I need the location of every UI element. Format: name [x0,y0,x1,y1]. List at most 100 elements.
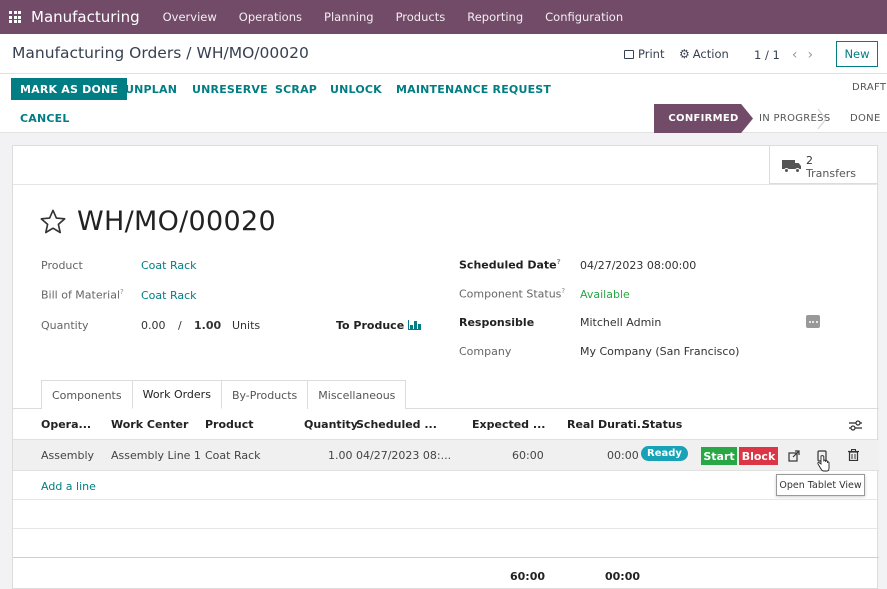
company-field[interactable]: My Company (San Francisco) [580,345,739,358]
column-scheduled[interactable]: Scheduled ... [356,418,437,431]
quantity-label: Quantity [41,319,89,332]
status-badge: Ready [641,446,688,461]
quantity-separator: / [178,319,182,332]
printer-icon [624,49,634,59]
unreserve-button[interactable]: UNRESERVE [192,78,268,100]
form-sheet: 2 Transfers WH/MO/00020 Product Coat Rac… [12,145,879,589]
responsible-field[interactable]: Mitchell Admin [580,316,661,329]
product-label: Product [41,259,83,272]
quantity-produced[interactable]: 0.00 [141,319,166,332]
tab-components[interactable]: Components [41,380,133,409]
help-icon[interactable]: ? [561,287,565,295]
cell-quantity: 1.00 [328,449,353,462]
row-divider [13,499,879,500]
pager-value[interactable]: 1 / 1 [754,48,780,62]
scheduled-date-field[interactable]: 04/27/2023 08:00:00 [580,259,696,272]
column-work-center[interactable]: Work Center [111,418,188,431]
cursor-hand-icon [817,455,830,472]
cell-operation: Assembly [41,449,95,462]
help-icon[interactable]: ? [557,258,561,266]
maintenance-request-button[interactable]: MAINTENANCE REQUEST [396,78,551,100]
breadcrumb-separator: / [186,44,192,62]
cell-expected: 60:00 [512,449,544,462]
status-bar: MARK AS DONE UNPLAN UNRESERVE SCRAP UNLO… [0,74,887,133]
apps-menu-icon[interactable] [9,11,21,23]
responsible-label: Responsible [459,316,535,329]
record-title: WH/MO/00020 [77,206,276,237]
cell-product: Coat Rack [205,449,261,462]
quantity-total[interactable]: 1.00 [194,319,221,332]
stage-draft[interactable]: DRAFT [852,82,886,93]
print-button[interactable]: Print [624,47,664,61]
external-link-icon[interactable] [788,450,800,462]
chevron-right-icon[interactable]: › [807,47,813,63]
cell-work-center: Assembly Line 1 [111,449,201,462]
tooltip-open-tablet-view: Open Tablet View [776,474,865,496]
quantity-uom: Units [232,319,261,332]
control-panel: Manufacturing Orders / WH/MO/00020 Print ⚙… [0,34,887,74]
breadcrumb: Manufacturing Orders / WH/MO/00020 [12,44,309,62]
trash-icon[interactable] [848,449,859,461]
unplan-button[interactable]: UNPLAN [125,78,177,100]
transfers-smart-button[interactable]: 2 Transfers [769,146,877,184]
tab-miscellaneous[interactable]: Miscellaneous [307,380,407,409]
chevron-left-icon[interactable]: ‹ [792,47,798,63]
scrap-button[interactable]: SCRAP [275,78,317,100]
pager: 1 / 1 ‹ › [754,47,813,63]
menu-reporting[interactable]: Reporting [456,10,534,24]
component-status-label-text: Component Status [459,287,562,301]
menu-overview[interactable]: Overview [152,10,228,24]
truck-icon [782,160,802,173]
menu-configuration[interactable]: Configuration [534,10,634,24]
action-button[interactable]: ⚙ Action [679,47,729,61]
column-quantity[interactable]: Quantity [304,418,358,431]
bom-label: Bill of Material? [41,288,124,302]
cell-scheduled: 04/27/2023 08:... [356,449,452,462]
star-icon[interactable] [39,208,67,236]
bom-field[interactable]: Coat Rack [141,289,197,302]
row-divider [13,528,879,529]
mark-as-done-button[interactable]: MARK AS DONE [11,78,128,100]
more-options-icon[interactable] [806,315,820,328]
cancel-button[interactable]: CANCEL [20,107,70,129]
column-operation[interactable]: Opera... [41,418,91,431]
column-product[interactable]: Product [205,418,254,431]
notebook-tabs: Components Work Orders By-Products Misce… [41,380,407,409]
add-a-line-link[interactable]: Add a line [41,480,96,493]
forecast-chart-icon[interactable] [408,320,421,330]
menu-products[interactable]: Products [385,10,457,24]
breadcrumb-parent[interactable]: Manufacturing Orders [12,44,181,62]
column-status[interactable]: Status [642,418,682,431]
help-icon[interactable]: ? [120,288,124,296]
transfers-count: 2 [806,154,813,167]
cell-real-duration: 00:00 [607,449,639,462]
stage-done[interactable]: DONE [850,104,881,133]
divider [13,184,879,185]
unlock-button[interactable]: UNLOCK [330,78,382,100]
column-real-duration[interactable]: Real Durati... [567,418,649,431]
table-footer-divider [13,557,879,558]
product-field[interactable]: Coat Rack [141,259,197,272]
transfers-label: Transfers [806,167,856,180]
stage-confirmed[interactable]: CONFIRMED [654,104,753,133]
optional-columns-icon[interactable] [849,420,862,431]
gear-icon: ⚙ [679,47,690,61]
menu-planning[interactable]: Planning [313,10,385,24]
company-label: Company [459,345,512,358]
tab-by-products[interactable]: By-Products [220,380,309,409]
scheduled-date-label-text: Scheduled Date [459,258,557,272]
menu-operations[interactable]: Operations [228,10,313,24]
breadcrumb-current: WH/MO/00020 [196,44,309,62]
new-button[interactable]: New [836,41,878,67]
print-label: Print [638,47,665,61]
total-expected: 60:00 [510,570,546,583]
tab-work-orders[interactable]: Work Orders [131,380,222,409]
start-button[interactable]: Start [701,447,737,465]
component-status-label: Component Status? [459,287,565,301]
stage-arrow-icon [817,108,827,130]
app-name[interactable]: Manufacturing [31,8,140,26]
top-navbar: Manufacturing Overview Operations Planni… [0,0,887,34]
to-produce-label: To Produce [336,319,405,332]
block-button[interactable]: Block [739,447,778,465]
column-expected[interactable]: Expected ... [472,418,545,431]
